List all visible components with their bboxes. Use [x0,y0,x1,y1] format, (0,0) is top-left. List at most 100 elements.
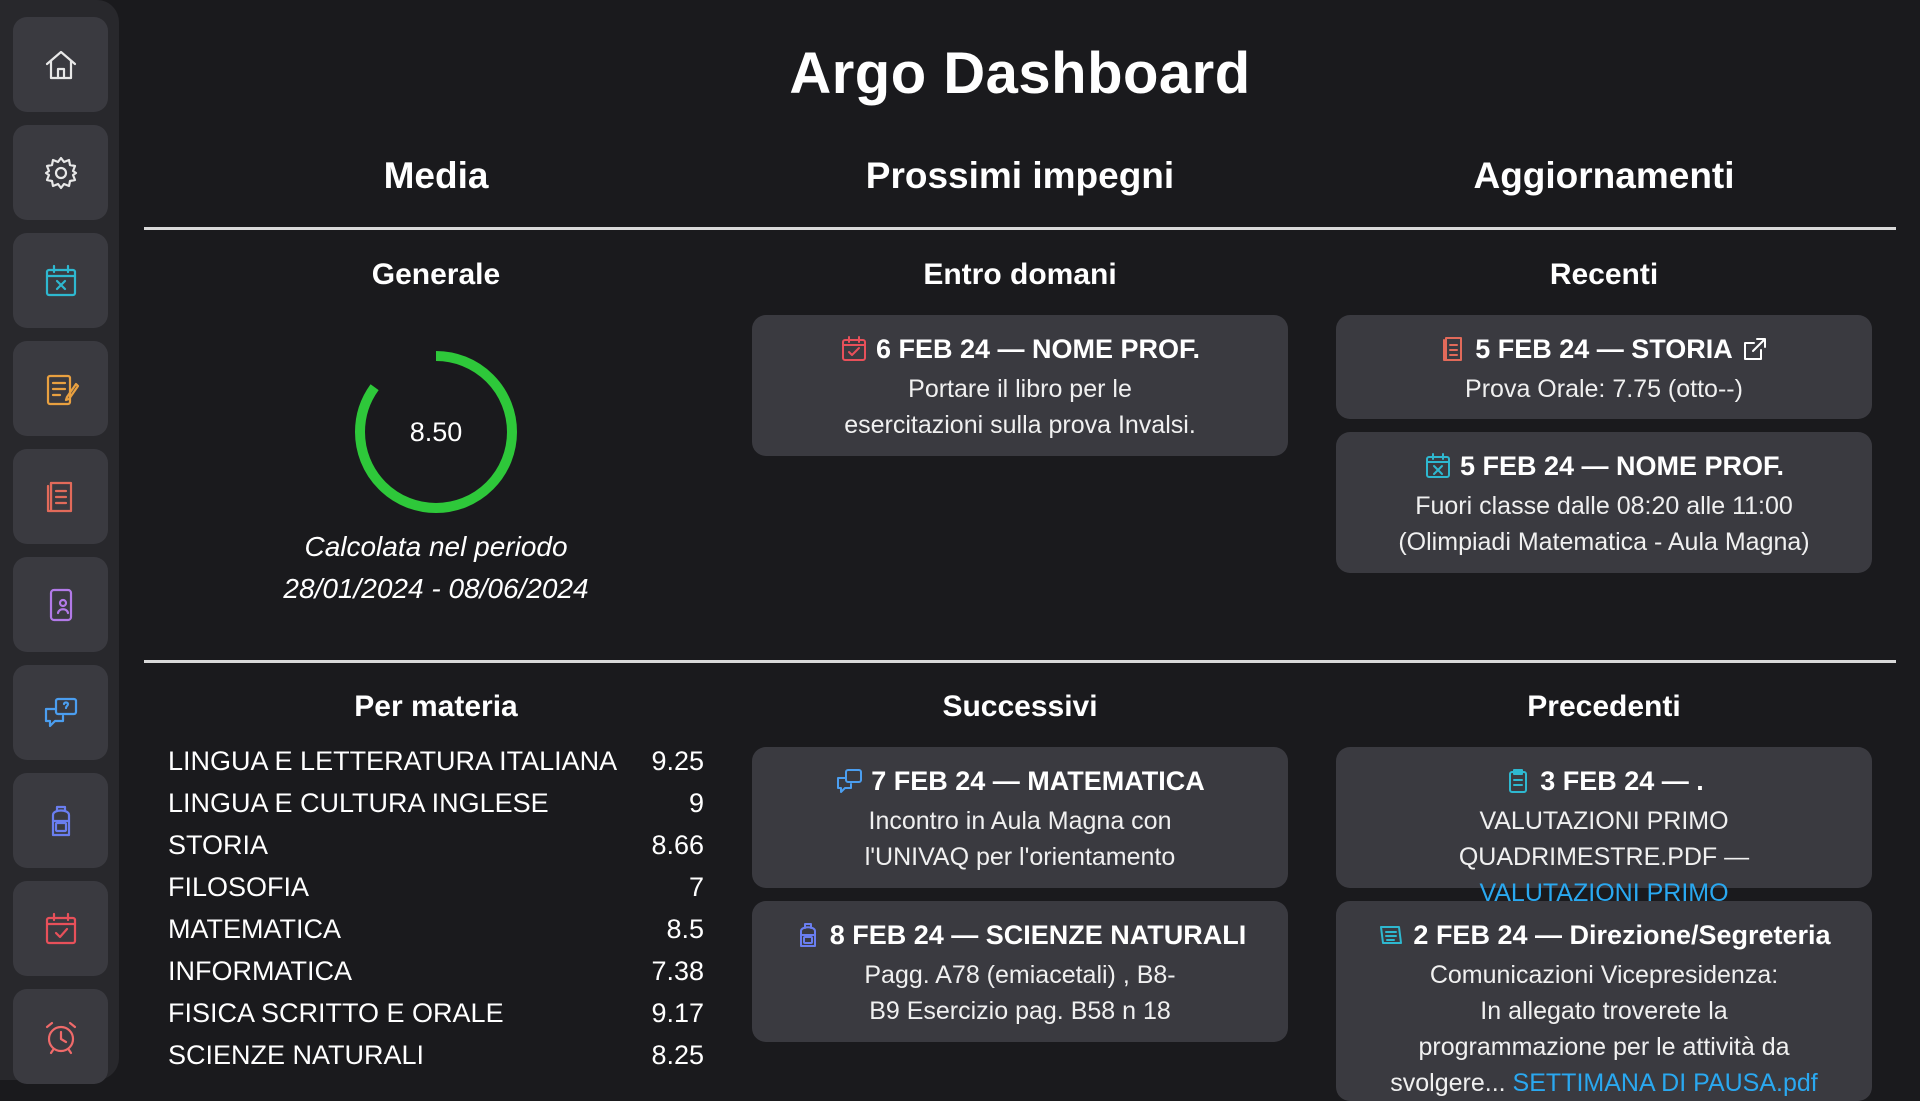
subject-name: FILOSOFIA [168,872,310,902]
event-title: 6 FEB 24 — NOME PROF. [875,334,1201,364]
update-card[interactable]: 5 FEB 24 — NOME PROF. Fuori classe dalle… [1336,432,1872,573]
backpack-icon [799,923,816,947]
calendar-check-icon [841,336,866,361]
subject-name: SCIENZE NATURALI [168,1040,425,1070]
column-impegni-title: Prossimi impegni [865,155,1175,196]
chat-question-icon [837,769,863,793]
subject-name: LINGUA E CULTURA INGLESE [168,788,549,818]
sidebar-item-messaggi[interactable] [13,665,108,760]
divider-middle [144,660,1896,663]
update-body-line: svolgere... [1390,1069,1506,1097]
subject-row: SCIENZE NATURALI 8.25 [168,1034,704,1076]
update-body-line: VALUTAZIONI PRIMO QUADRIMESTRE.PDF — [1458,807,1750,871]
subject-average: 9 [688,788,704,818]
subject-row: FILOSOFIA 7 [168,866,704,908]
update-body-line: Prova Orale: 7.75 (otto--) [1465,375,1743,403]
phone-user-icon [49,588,72,621]
subject-name: STORIA [168,830,269,860]
update-body-line: Comunicazioni Vicepresidenza: [1429,961,1779,989]
subject-average: 7.38 [651,956,704,986]
average-value: 8.50 [409,416,463,447]
per-materia-title: Per materia [354,690,518,723]
update-title: 2 FEB 24 — Direzione/Segreteria [1413,920,1831,950]
update-body-line: programmazione per le attività da [1418,1033,1790,1061]
event-card[interactable]: 8 FEB 24 — SCIENZE NATURALI Pagg. A78 (e… [752,901,1288,1042]
event-body-line: B9 Esercizio pag. B58 n 18 [869,997,1171,1025]
sidebar-item-compiti[interactable] [13,773,108,868]
event-card[interactable]: 7 FEB 24 — MATEMATICA Incontro in Aula M… [752,747,1288,888]
column-aggiornamenti-title: Aggiornamenti [1473,155,1735,196]
sidebar-item-home[interactable] [13,17,108,112]
calendar-check-icon [45,912,76,944]
subject-row: INFORMATICA 7.38 [168,950,704,992]
update-title: 3 FEB 24 — . [1540,766,1704,796]
sidebar-item-calendario[interactable] [13,881,108,976]
period-text: Calcolata nel periodo 28/01/2024 - 08/06… [144,526,728,610]
successivi-title: Successivi [942,690,1098,723]
update-body-line: In allegato troverete la [1480,997,1728,1025]
event-body-line: Incontro in Aula Magna con [868,807,1172,835]
update-card[interactable]: 3 FEB 24 — . VALUTAZIONI PRIMO QUADRIMES… [1336,747,1872,943]
event-body-line: Portare il libro per le [908,375,1132,403]
page-title: Argo Dashboard [789,41,1251,106]
attachment-link[interactable]: SETTIMANA DI PAUSA.pdf [1513,1069,1818,1097]
period-range: 28/01/2024 - 08/06/2024 [283,573,589,604]
external-link-icon[interactable] [1741,335,1769,363]
event-title: 8 FEB 24 — SCIENZE NATURALI [829,920,1247,950]
book-icon [1443,337,1463,361]
event-body-line: l'UNIVAQ per l'orientamento [864,843,1176,871]
event-body-line: Pagg. A78 (emiacetali) , B8- [864,961,1176,989]
update-body-line: (Olimpiadi Matematica - Aula Magna) [1398,528,1810,556]
calendar-x-icon [45,264,76,296]
subject-average: 8.66 [651,830,704,860]
sidebar-item-registro[interactable] [13,449,108,544]
subject-name: FISICA SCRITTO E ORALE [168,998,504,1028]
subject-average: 8.25 [651,1040,704,1070]
sidebar-item-voti[interactable] [13,341,108,436]
subject-average: 8.5 [666,914,704,944]
period-label: Calcolata nel periodo [304,531,568,562]
notes-pen-icon [46,374,79,405]
subject-row: MATEMATICA 8.5 [168,908,704,950]
subject-average: 9.17 [651,998,704,1028]
subject-row: LINGUA E CULTURA INGLESE 9 [168,782,704,824]
subject-row: LINGUA E LETTERATURA ITALIANA 9.25 [168,740,704,782]
recenti-title: Recenti [1549,258,1659,291]
update-title: 5 FEB 24 — NOME PROF. [1459,451,1785,481]
subject-list: LINGUA E LETTERATURA ITALIANA 9.25 LINGUA… [168,740,704,1076]
event-title: 7 FEB 24 — MATEMATICA [871,766,1205,796]
subject-row: FISICA SCRITTO E ORALE 9.17 [168,992,704,1034]
gear-icon [44,156,77,189]
sidebar-item-orario[interactable] [13,989,108,1084]
sidebar-item-settings[interactable] [13,125,108,220]
backpack-icon [51,805,70,836]
subject-name: INFORMATICA [168,956,352,986]
update-card[interactable]: 2 FEB 24 — Direzione/Segreteria Comunica… [1336,901,1872,1101]
sidebar-item-assenze[interactable] [13,233,108,328]
generale-title: Generale [371,258,501,291]
update-card[interactable]: 5 FEB 24 — STORIA Prova Orale: 7.75 (ott… [1336,315,1872,419]
book-icon [46,481,72,512]
sidebar-item-contatti[interactable] [13,557,108,652]
chat-question-icon [44,697,77,727]
calendar-x-icon [1425,453,1450,478]
update-body-line: Fuori classe dalle 08:20 alle 11:00 [1415,492,1793,520]
event-card[interactable]: 6 FEB 24 — NOME PROF. Portare il libro p… [752,315,1288,456]
update-title: 5 FEB 24 — STORIA [1475,334,1733,364]
subject-average: 7 [688,872,704,902]
divider-top [144,227,1896,230]
precedenti-title: Precedenti [1527,690,1681,723]
event-body-line: esercitazioni sulla prova Invalsi. [844,411,1196,439]
sidebar [0,0,119,1084]
subject-name: LINGUA E LETTERATURA ITALIANA [168,746,618,776]
main-content: Argo Dashboard Media Prossimi impegni Ag… [144,0,1896,1101]
clipboard-icon [1509,769,1528,793]
subject-name: MATEMATICA [168,914,341,944]
subject-average: 9.25 [651,746,704,776]
entro-domani-title: Entro domani [923,258,1117,291]
alarm-clock-icon [45,1021,76,1054]
column-media-title: Media [383,155,489,196]
notice-board-icon [1380,926,1403,944]
subject-row: STORIA 8.66 [168,824,704,866]
home-icon [45,50,76,79]
